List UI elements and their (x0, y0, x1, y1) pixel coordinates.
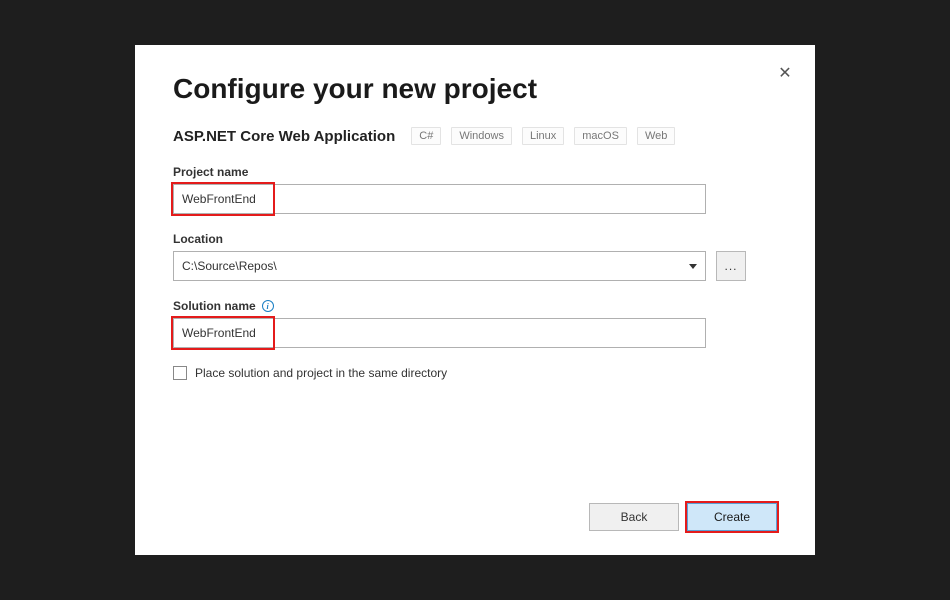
page-title: Configure your new project (173, 73, 777, 105)
project-name-label: Project name (173, 165, 777, 179)
chevron-down-icon (689, 264, 697, 269)
same-directory-option[interactable]: Place solution and project in the same d… (173, 366, 777, 380)
template-tag: macOS (574, 127, 627, 145)
browse-button[interactable]: ... (716, 251, 746, 281)
template-tag: Web (637, 127, 675, 145)
solution-name-input[interactable] (173, 318, 706, 348)
template-tag: Windows (451, 127, 512, 145)
template-tag: C# (411, 127, 441, 145)
button-bar: Back Create (589, 503, 777, 531)
template-name: ASP.NET Core Web Application (173, 128, 395, 145)
create-button[interactable]: Create (687, 503, 777, 531)
back-button[interactable]: Back (589, 503, 679, 531)
project-name-input[interactable] (173, 184, 706, 214)
close-icon: ✕ (778, 63, 791, 83)
location-field: Location C:\Source\Repos\ ... (173, 232, 777, 281)
template-row: ASP.NET Core Web Application C# Windows … (173, 127, 777, 145)
info-icon[interactable]: i (262, 300, 274, 312)
project-name-field: Project name (173, 165, 777, 214)
location-dropdown[interactable]: C:\Source\Repos\ (173, 251, 706, 281)
template-tag: Linux (522, 127, 564, 145)
same-directory-label: Place solution and project in the same d… (195, 366, 447, 380)
same-directory-checkbox[interactable] (173, 366, 187, 380)
location-label: Location (173, 232, 777, 246)
location-value: C:\Source\Repos\ (182, 259, 277, 273)
solution-name-label: Solution name i (173, 299, 777, 313)
solution-name-field: Solution name i (173, 299, 777, 348)
new-project-dialog: ✕ Configure your new project ASP.NET Cor… (135, 45, 815, 555)
solution-name-label-text: Solution name (173, 299, 256, 313)
close-button[interactable]: ✕ (775, 63, 795, 83)
